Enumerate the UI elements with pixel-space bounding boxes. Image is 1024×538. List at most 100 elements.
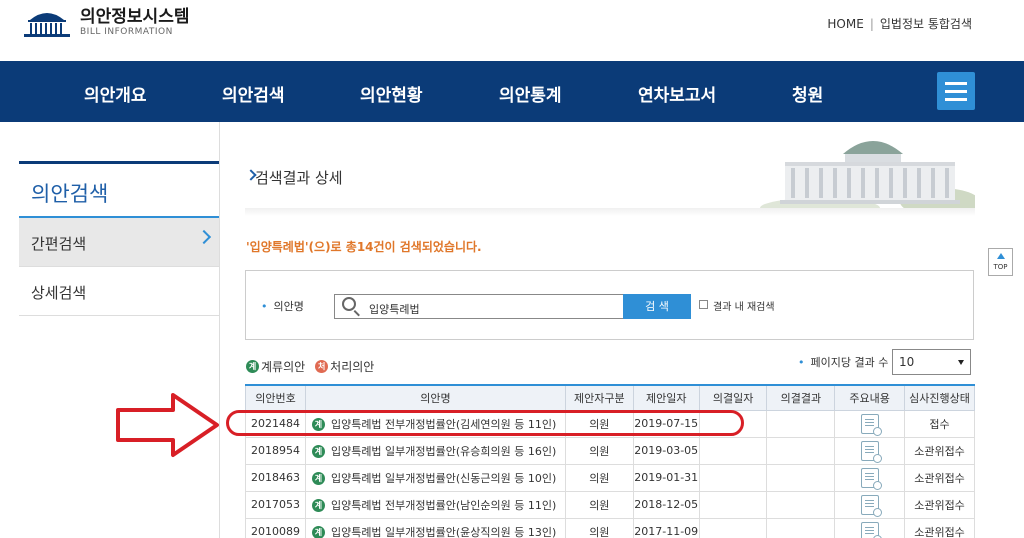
sidebar-item-detailed-search[interactable]: 상세검색	[19, 267, 219, 316]
site-logo[interactable]: 의안정보시스템 BILL INFORMATION	[20, 6, 189, 38]
scroll-top-button[interactable]: TOP	[988, 248, 1013, 276]
search-within-checkbox[interactable]	[699, 300, 708, 309]
col-header-bill-no: 의안번호	[245, 384, 306, 411]
processed-label: 처리의안	[330, 360, 375, 374]
summary-cell	[834, 436, 906, 465]
left-sidebar: 의안검색 간편검색 상세검색	[19, 161, 219, 316]
table-header-row: 의안번호 의안명 제안자구분 제안일자 의결일자 의결결과 주요내용 심사진행상…	[245, 384, 975, 411]
decision-date-cell	[698, 517, 768, 538]
pending-label: 계류의안	[261, 360, 306, 374]
decision-result-cell	[766, 436, 836, 465]
summary-cell	[834, 463, 906, 492]
search-panel: 의안명 검 색 결과 내 재검색	[245, 270, 974, 340]
search-input[interactable]	[334, 294, 624, 319]
dropdown-arrow-icon	[958, 360, 964, 365]
status-cell: 소관위접수	[904, 463, 975, 492]
document-search-icon[interactable]	[860, 521, 882, 538]
col-header-bill-name: 의안명	[304, 384, 566, 411]
decision-result-cell	[766, 409, 836, 438]
col-header-proposer-type: 제안자구분	[564, 384, 634, 411]
document-search-icon[interactable]	[860, 440, 882, 463]
col-header-decision-result: 의결결과	[766, 384, 836, 411]
results-per-page-select[interactable]: 10	[892, 349, 971, 375]
pending-badge-icon: 계	[311, 499, 325, 512]
decision-date-cell	[698, 463, 768, 492]
nav-item-bill-status[interactable]: 의안현황	[360, 81, 423, 106]
bill-name-cell: 계 입양특례법 전부개정법률안(남인순의원 등 11인)	[304, 490, 566, 519]
date-cell: 2017-11-09	[632, 517, 700, 538]
nav-item-bill-overview[interactable]: 의안개요	[84, 81, 147, 106]
bill-no-cell: 2018463	[245, 463, 306, 492]
nav-item-annual-report[interactable]: 연차보고서	[638, 81, 716, 106]
sidebar-item-label: 상세검색	[31, 284, 87, 302]
bill-name-link[interactable]: 입양특례법 일부개정법률안(신동근의원 등 10인)	[331, 472, 556, 485]
sidebar-item-label: 간편검색	[31, 235, 87, 253]
col-header-review-status: 심사진행상태	[904, 384, 975, 411]
results-per-page-label: 페이지당 결과 수	[798, 354, 889, 370]
integrated-search-link[interactable]: 입법정보 통합검색	[880, 15, 972, 32]
results-table: 의안번호 의안명 제안자구분 제안일자 의결일자 의결결과 주요내용 심사진행상…	[245, 384, 975, 538]
content-header-divider	[245, 208, 975, 216]
main-navigation: 의안개요 의안검색 의안현황 의안통계 연차보고서 청원	[0, 61, 1024, 122]
nav-item-bill-search[interactable]: 의안검색	[222, 81, 285, 106]
col-header-decision-date: 의결일자	[698, 384, 768, 411]
document-search-icon[interactable]	[860, 413, 882, 436]
page: 의안정보시스템 BILL INFORMATION HOME | 입법정보 통합검색 …	[0, 0, 1024, 538]
chevron-right-icon	[196, 229, 212, 245]
search-button[interactable]: 검 색	[623, 294, 691, 319]
pending-badge-icon: 계	[246, 360, 259, 373]
logo-title: 의안정보시스템	[80, 6, 190, 27]
nav-item-petition[interactable]: 청원	[792, 81, 823, 106]
sidebar-item-simple-search[interactable]: 간편검색	[19, 218, 219, 267]
nav-item-bill-statistics[interactable]: 의안통계	[499, 81, 562, 106]
page-title: 검색결과 상세	[245, 167, 343, 188]
decision-date-cell	[698, 436, 768, 465]
status-legend: 계 계류의안 처 처리의안	[246, 358, 374, 375]
table-row: 2017053 계 입양특례법 전부개정법률안(남인순의원 등 11인) 의원 2…	[245, 490, 975, 519]
sidebar-divider	[219, 122, 220, 538]
date-cell: 2018-12-05	[632, 490, 700, 519]
search-within-label: 결과 내 재검색	[713, 302, 775, 313]
national-assembly-building-image	[725, 130, 975, 215]
table-row: 2018954 계 입양특례법 일부개정법률안(유승희의원 등 16인) 의원 2…	[245, 436, 975, 465]
status-cell: 소관위접수	[904, 436, 975, 465]
pending-badge-icon: 계	[311, 472, 325, 485]
bill-name-link[interactable]: 입양특례법 일부개정법률안(유승희의원 등 16인)	[331, 445, 556, 458]
proposer-cell: 의원	[564, 517, 634, 538]
decision-result-cell	[766, 490, 836, 519]
content-header: 검색결과 상세	[245, 130, 975, 215]
decision-result-cell	[766, 517, 836, 538]
table-row: 2018463 계 입양특례법 일부개정법률안(신동근의원 등 10인) 의원 2…	[245, 463, 975, 492]
proposer-cell: 의원	[564, 436, 634, 465]
logo-subtitle: BILL INFORMATION	[80, 26, 173, 37]
bill-name-cell: 계 입양특례법 일부개정법률안(윤상직의원 등 13인)	[304, 517, 566, 538]
bill-name-link[interactable]: 입양특례법 전부개정법률안(남인순의원 등 11인)	[331, 499, 556, 512]
summary-cell	[834, 490, 906, 519]
date-cell: 2019-03-05	[632, 436, 700, 465]
util-separator: |	[869, 17, 874, 31]
bill-name-cell: 계 입양특례법 일부개정법률안(유승희의원 등 16인)	[304, 436, 566, 465]
utility-links: HOME | 입법정보 통합검색	[827, 15, 972, 32]
search-result-message: '입양특례법'(으)로 총14건이 검색되었습니다.	[246, 240, 482, 254]
sidebar-title: 의안검색	[19, 161, 219, 218]
col-header-proposal-date: 제안일자	[632, 384, 700, 411]
proposer-cell: 의원	[564, 490, 634, 519]
top-bar: 의안정보시스템 BILL INFORMATION HOME | 입법정보 통합검색	[0, 0, 1024, 61]
processed-badge-icon: 처	[315, 360, 329, 373]
document-search-icon[interactable]	[860, 494, 882, 517]
status-cell: 접수	[904, 409, 975, 438]
proposer-cell: 의원	[564, 463, 634, 492]
document-search-icon[interactable]	[860, 467, 882, 490]
bill-name-cell: 계 입양특례법 일부개정법률안(신동근의원 등 10인)	[304, 463, 566, 492]
status-cell: 소관위접수	[904, 490, 975, 519]
bill-name-link[interactable]: 입양특례법 일부개정법률안(윤상직의원 등 13인)	[331, 526, 556, 538]
summary-cell	[834, 409, 906, 438]
pending-badge-icon: 계	[311, 445, 325, 458]
hamburger-menu-button[interactable]	[937, 72, 975, 110]
home-link[interactable]: HOME	[827, 17, 863, 31]
col-header-summary: 주요내용	[834, 384, 906, 411]
bill-no-cell: 2018954	[245, 436, 306, 465]
bill-no-cell: 2010089	[245, 517, 306, 538]
status-cell: 소관위접수	[904, 517, 975, 538]
annotation-highlight-outline	[226, 410, 744, 436]
